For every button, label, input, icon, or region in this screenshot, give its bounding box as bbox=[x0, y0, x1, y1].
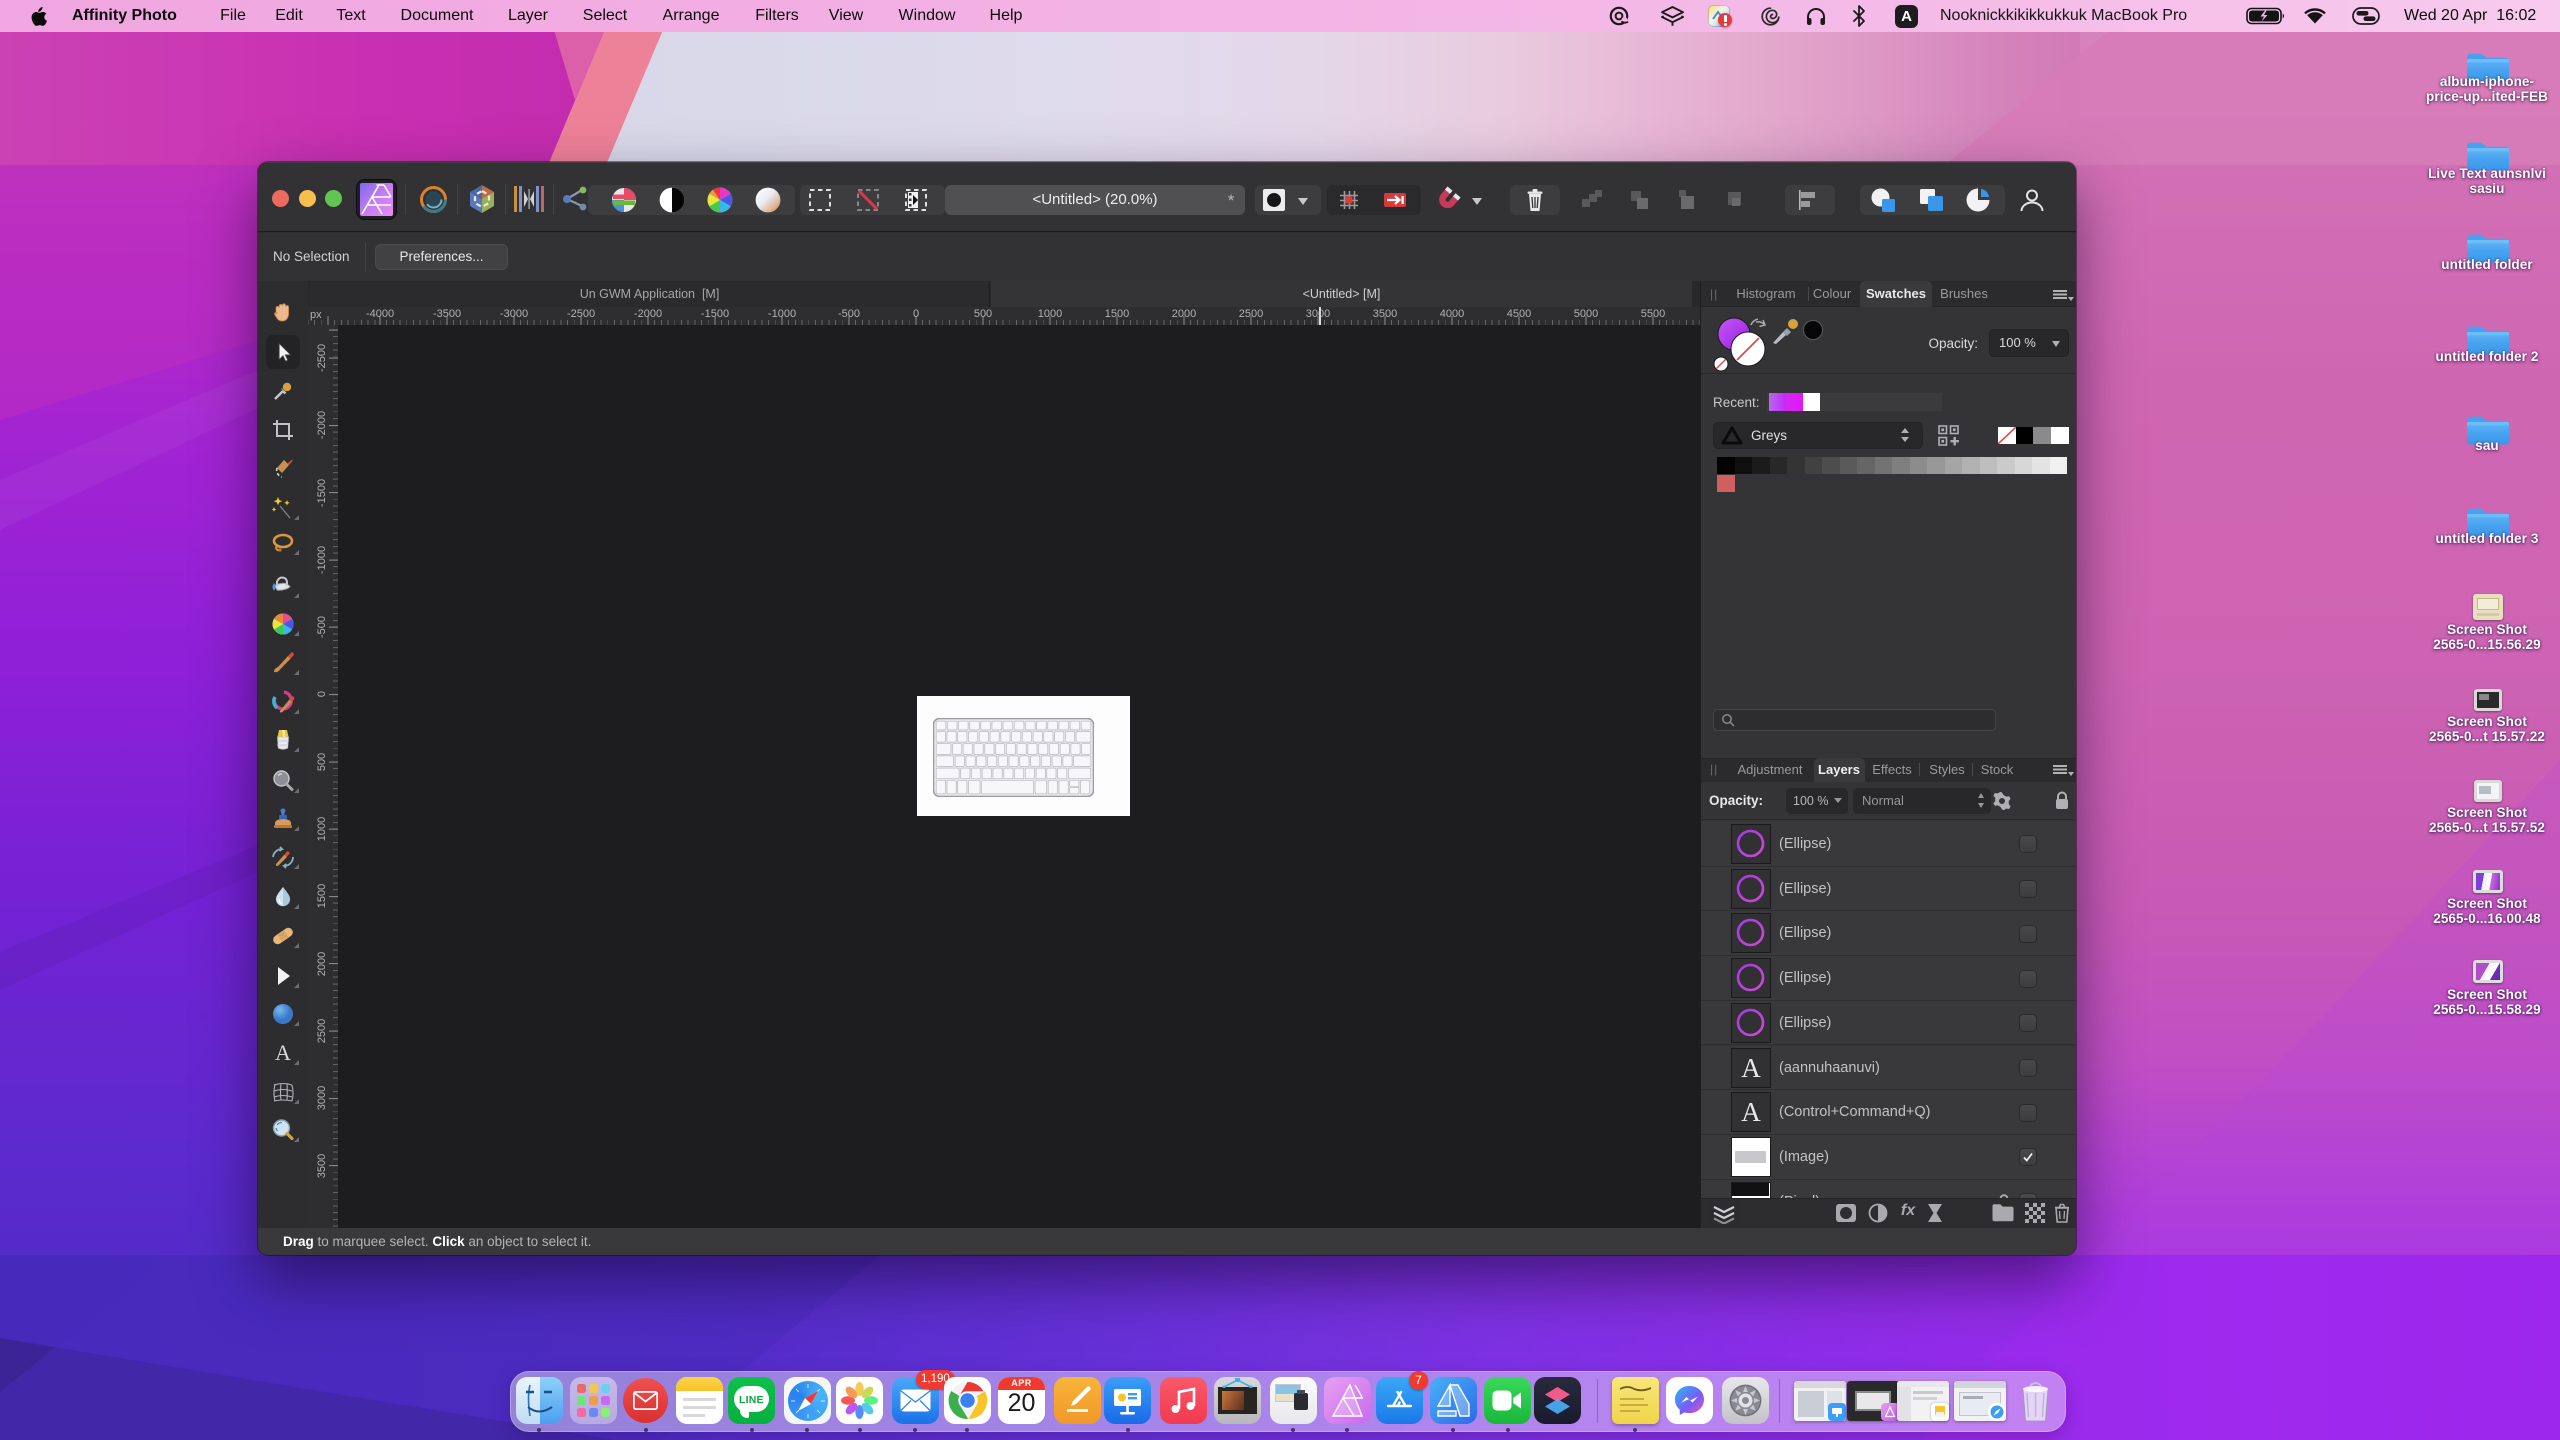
svg-text:A: A bbox=[275, 1040, 291, 1065]
